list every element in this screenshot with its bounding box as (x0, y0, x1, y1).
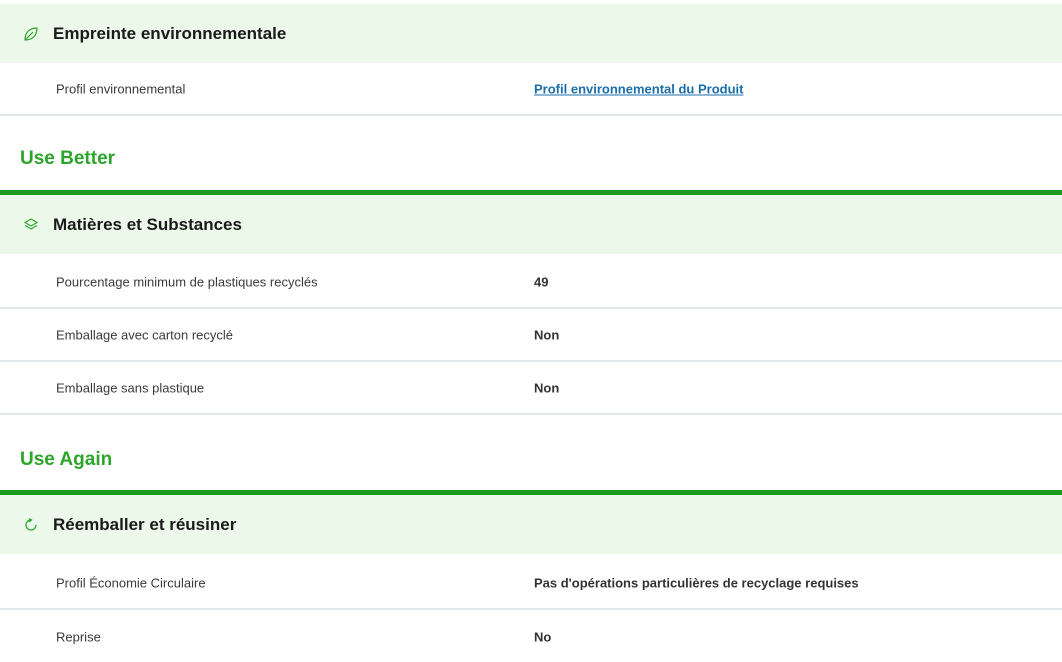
table-row: Profil environnemental Profil environnem… (0, 63, 1062, 116)
row-label: Emballage avec carton recyclé (56, 327, 234, 342)
group-title-use-again: Use Again (20, 449, 113, 470)
table-row: Emballage sans plastique Non (0, 362, 1062, 415)
section-header-empreinte: Empreinte environnementale (0, 4, 1062, 63)
section-title: Réemballer et réusiner (53, 514, 237, 534)
environmental-profile-link[interactable]: Profil environnemental du Produit (534, 81, 743, 96)
row-label: Emballage sans plastique (56, 380, 205, 395)
row-label: Profil environnemental (56, 81, 186, 96)
row-value: 49 (534, 274, 549, 289)
section-header-reemballer: Réemballer et réusiner (0, 495, 1062, 554)
row-label: Reprise (56, 629, 101, 644)
row-label: Profil Économie Circulaire (56, 575, 206, 590)
table-row: Pourcentage minimum de plastiques recycl… (0, 256, 1062, 309)
leaf-icon (24, 26, 38, 41)
layers-icon (23, 217, 39, 230)
row-label: Pourcentage minimum de plastiques recycl… (56, 274, 318, 289)
section-header-matieres: Matières et Substances (0, 195, 1062, 254)
table-row: Profil Économie Circulaire Pas d'opérati… (0, 557, 1062, 610)
section-title: Matières et Substances (53, 214, 242, 234)
section-title: Empreinte environnementale (53, 23, 287, 43)
table-row: Emballage avec carton recyclé Non (0, 309, 1062, 362)
row-value: Non (534, 327, 560, 342)
refresh-icon (25, 517, 37, 531)
group-title-use-better: Use Better (20, 148, 116, 169)
table-row: Reprise No (0, 610, 1062, 662)
row-value: No (534, 629, 552, 644)
row-value: Pas d'opérations particulières de recycl… (534, 575, 859, 590)
row-value: Non (534, 380, 560, 395)
